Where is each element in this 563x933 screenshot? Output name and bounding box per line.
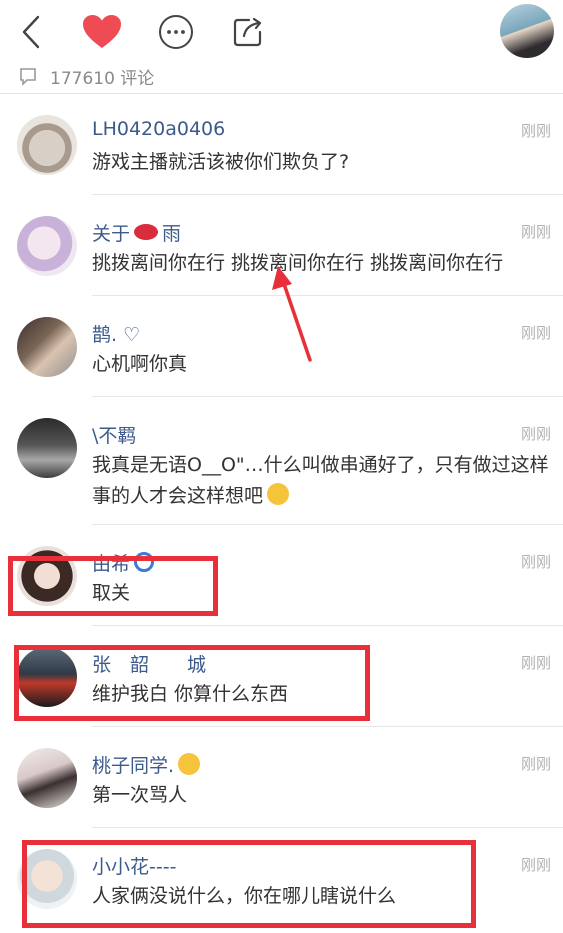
comment-author[interactable]: \不羁 xyxy=(92,421,136,448)
comment-count: 177610 评论 xyxy=(18,62,154,90)
comment-text: 心机啊你真 xyxy=(92,353,188,375)
avatar[interactable] xyxy=(17,418,77,478)
like-button[interactable] xyxy=(80,10,124,54)
comment-list: LH0420a0406 刚刚 游戏主播就活该被你们欺负了? 关于 雨 刚刚 挑拨离… xyxy=(0,94,563,929)
comment-time: 刚刚 xyxy=(520,324,551,342)
comment-item[interactable]: 鹊. ♡ 刚刚 心机啊你真 xyxy=(0,296,563,397)
comment-item[interactable]: LH0420a0406 刚刚 游戏主播就活该被你们欺负了? xyxy=(0,94,563,195)
comment-time: 刚刚 xyxy=(520,856,551,874)
highlight-box xyxy=(8,556,218,616)
comment-text: 游戏主播就活该被你们欺负了? xyxy=(92,151,350,173)
comment-author[interactable]: 桃子同学. xyxy=(92,751,201,778)
comment-author[interactable]: LH0420a0406 xyxy=(92,118,225,140)
comment-item[interactable]: \不羁 刚刚 我真是无语O__O"…什么叫做串通好了，只有做过这样事的人才会这样… xyxy=(0,397,563,525)
comment-text: 我真是无语O__O"…什么叫做串通好了，只有做过这样事的人才会这样想吧 xyxy=(92,450,554,512)
comment-time: 刚刚 xyxy=(520,223,551,241)
chevron-left-icon xyxy=(22,15,40,49)
lips-emoji-icon xyxy=(134,224,159,240)
comment-count-text: 177610 评论 xyxy=(50,68,155,89)
comment-text-body: 我真是无语O__O"…什么叫做串通好了，只有做过这样事的人才会这样想吧 xyxy=(92,454,549,507)
upside-down-smile-emoji-icon xyxy=(267,483,290,505)
share-icon xyxy=(233,17,262,47)
comment-time: 刚刚 xyxy=(520,425,551,443)
comment-time: 刚刚 xyxy=(520,122,551,140)
avatar[interactable] xyxy=(17,317,77,377)
back-button[interactable] xyxy=(10,10,54,54)
more-icon xyxy=(159,15,193,49)
comment-author[interactable]: 关于 雨 xyxy=(92,219,181,246)
comment-item[interactable]: 桃子同学. 刚刚 第一次骂人 xyxy=(0,727,563,828)
comment-item[interactable]: 关于 雨 刚刚 挑拨离间你在行 挑拨离间你在行 挑拨离间你在行 xyxy=(0,195,563,296)
comment-icon xyxy=(20,68,36,86)
comment-time: 刚刚 xyxy=(520,553,551,571)
avatar[interactable] xyxy=(17,115,77,175)
top-bar xyxy=(0,0,563,68)
avatar[interactable] xyxy=(17,748,77,808)
author-name-suffix: 雨 xyxy=(162,223,182,245)
highlight-box xyxy=(14,645,370,721)
comment-time: 刚刚 xyxy=(520,654,551,672)
highlight-box xyxy=(22,840,476,928)
avatar[interactable] xyxy=(17,216,77,276)
comment-time: 刚刚 xyxy=(520,755,551,773)
comment-author[interactable]: 鹊. ♡ xyxy=(92,320,140,347)
more-button[interactable] xyxy=(154,10,198,54)
heart-icon xyxy=(83,15,121,48)
user-avatar[interactable] xyxy=(500,4,554,58)
grin-emoji-icon xyxy=(178,753,201,775)
author-name: 桃子同学. xyxy=(92,755,175,777)
comment-text: 挑拨离间你在行 挑拨离间你在行 挑拨离间你在行 xyxy=(92,252,504,274)
author-name-prefix: 关于 xyxy=(92,223,131,245)
comment-text: 第一次骂人 xyxy=(92,784,188,806)
share-button[interactable] xyxy=(226,10,270,54)
